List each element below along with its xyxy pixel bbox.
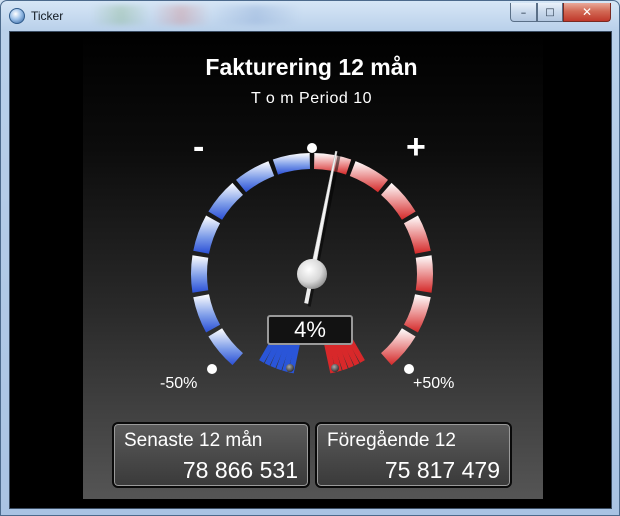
gauge-arc-segment [236,161,275,193]
gauge-knob-right [331,364,339,372]
gauge-arc-segment [381,182,416,220]
app-icon [9,8,25,24]
gauge-arc-segment [381,328,416,366]
gauge-min-marker [207,364,217,374]
card-last-12-months: Senaste 12 mån 78 866 531 [112,422,310,488]
gauge-arc-segment [403,294,431,333]
window-title: Ticker [31,9,64,23]
gauge-needle [309,150,338,275]
gauge-arc-segment [193,294,221,333]
gauge-arc-segment [403,215,431,254]
gauge-max-label: +50% [413,375,455,392]
gauge-arc-segment [415,255,433,293]
gauge-arc-segment [208,182,243,220]
app-window: Ticker – □ ✕ Fakturering 12 mån T o m Pe… [0,0,620,516]
gauge-value-display: 4% [267,315,353,345]
gauge-knob-left [286,364,294,372]
gauge-arc-segment [208,328,243,366]
ticker-client-area: Fakturering 12 mån T o m Period 10 - + 4… [9,31,612,509]
maximize-button[interactable]: □ [537,3,563,22]
card-value: 78 866 531 [182,457,298,483]
gauge-max-marker [404,364,414,374]
title-bar-background [91,5,391,25]
gauge-arc-segment [191,255,209,293]
gauge-needle-group [297,150,341,307]
gauge-arc-segment [272,153,310,175]
title-bar[interactable]: Ticker – □ ✕ [1,1,619,31]
card-label: Föregående 12 [327,430,456,451]
minus-label: - [193,128,205,166]
gauge-arc-segment [193,215,221,254]
card-label: Senaste 12 mån [124,430,263,451]
gauge-arc-segment [349,161,388,193]
gauge-zero-marker [307,143,317,153]
minimize-button[interactable]: – [510,3,537,22]
card-value: 75 817 479 [384,457,500,483]
gauge [191,143,433,374]
close-button[interactable]: ✕ [563,3,611,22]
card-previous-12: Föregående 12 75 817 479 [315,422,512,488]
gauge-min-label: -50% [160,375,198,392]
plus-label: + [406,128,426,166]
gauge-hub [297,259,327,289]
